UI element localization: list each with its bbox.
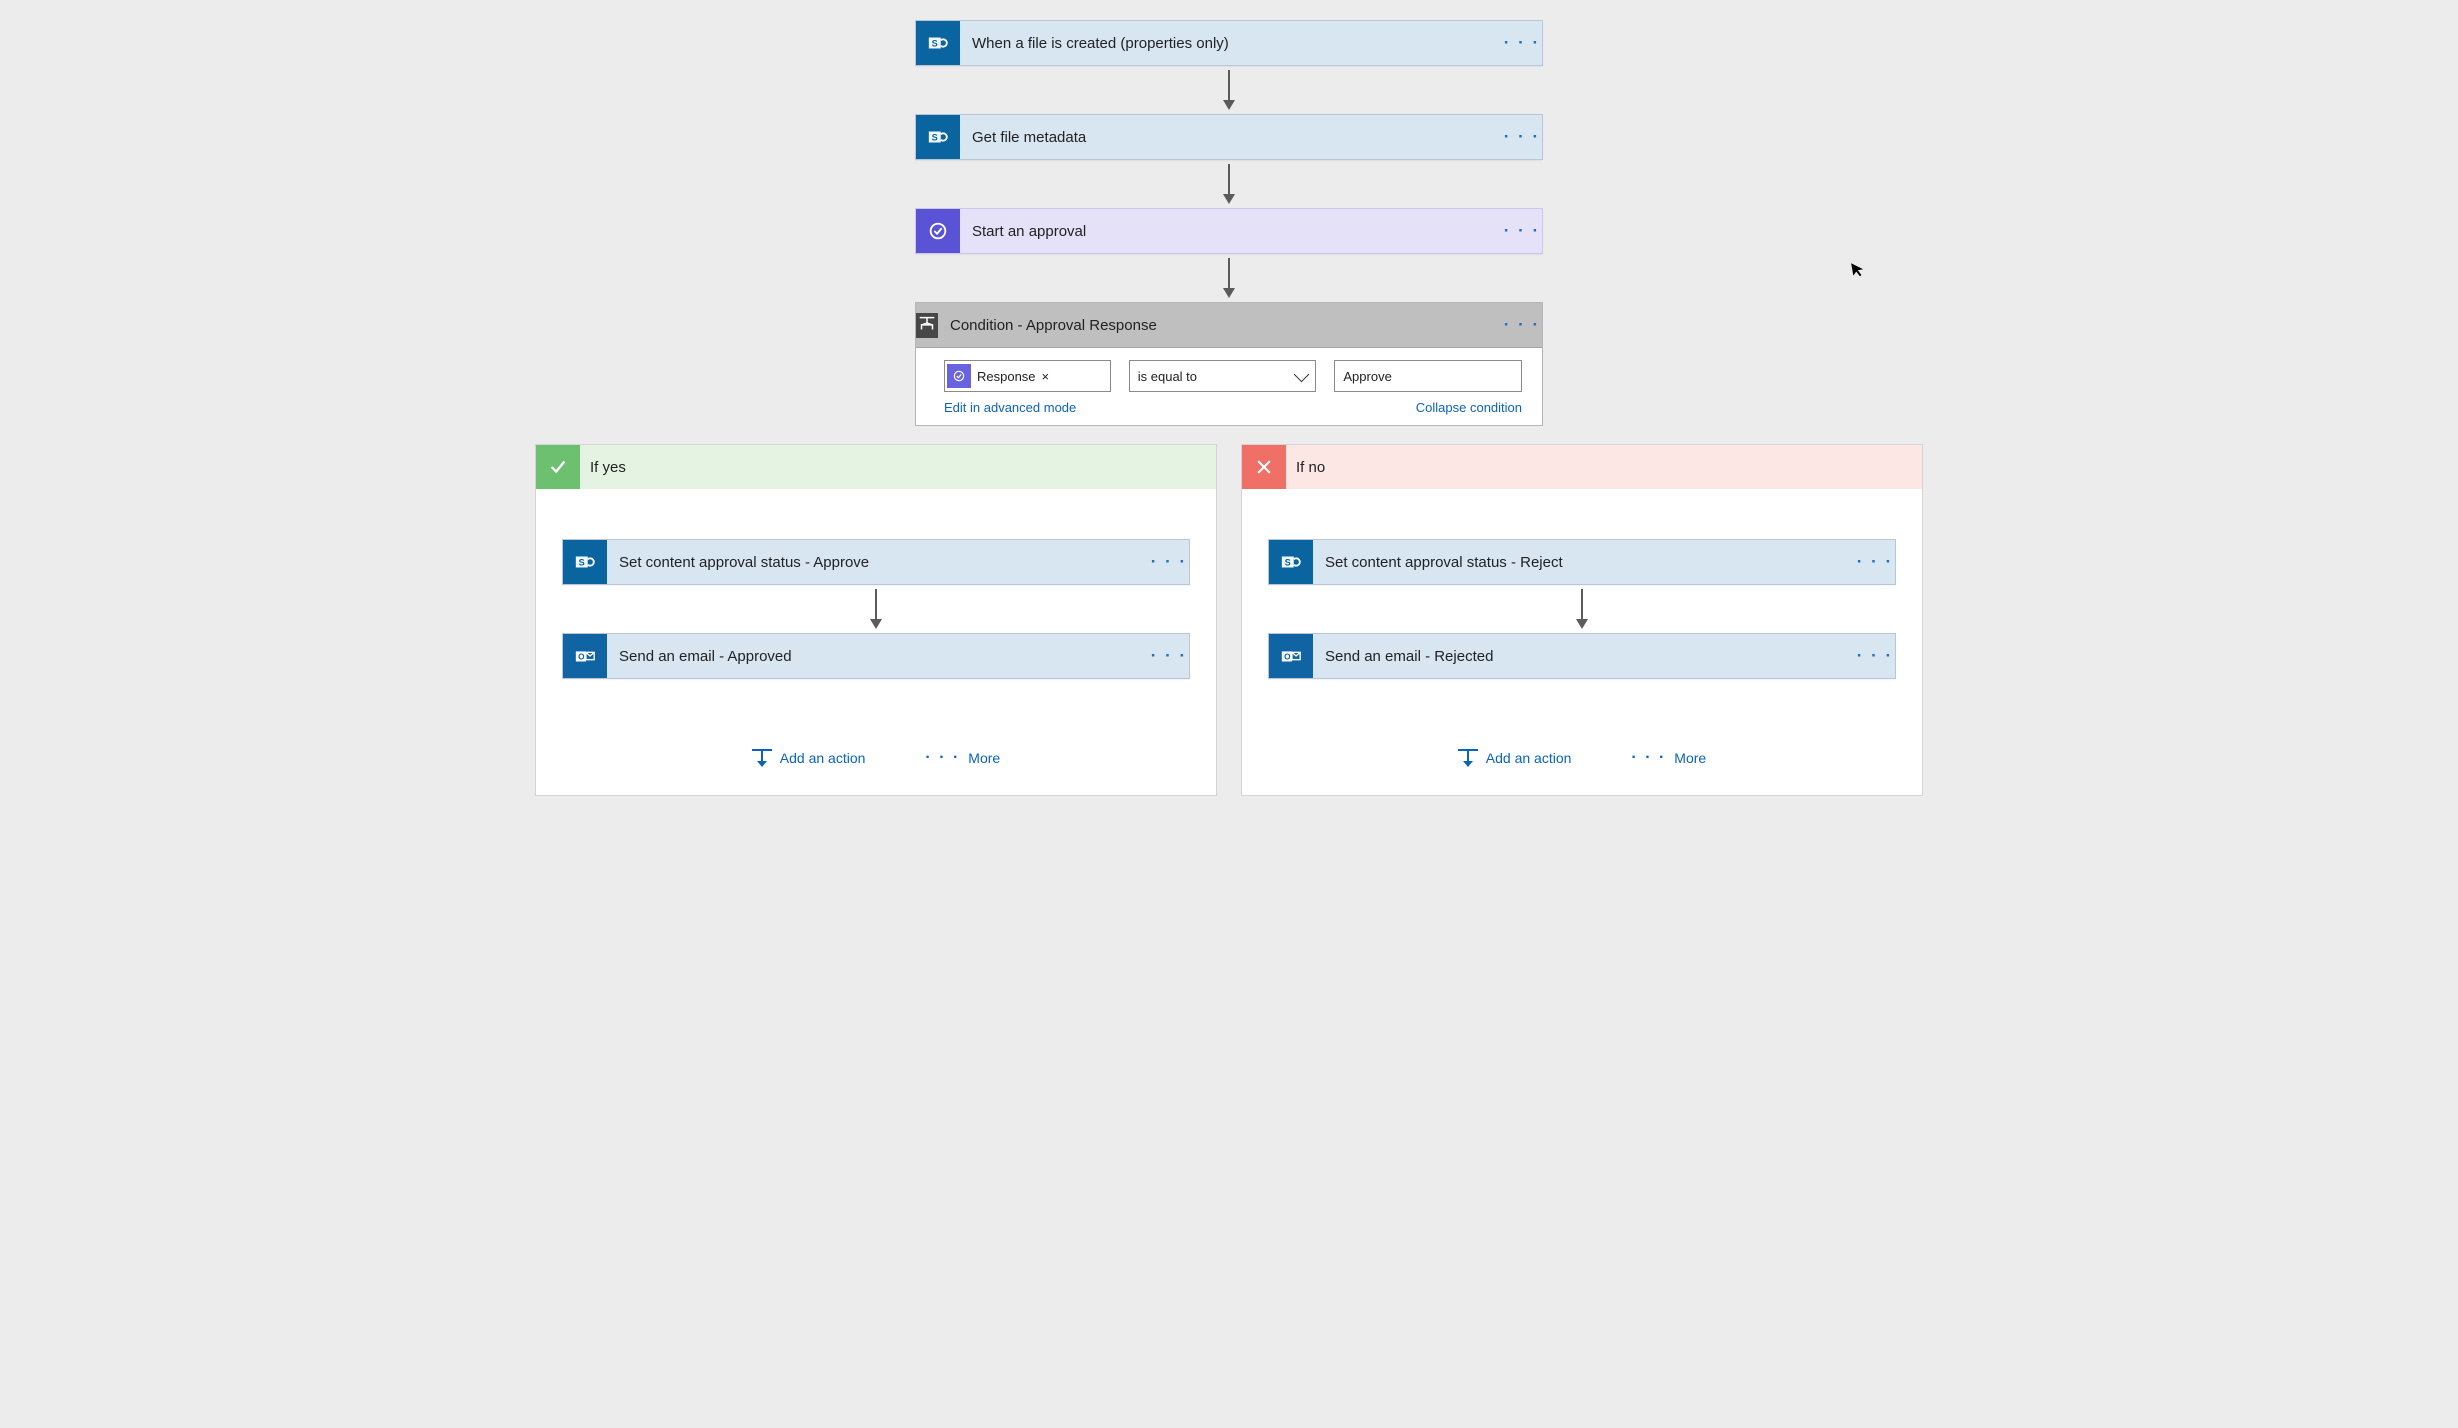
condition-operator-select[interactable]: is equal to	[1129, 360, 1317, 392]
main-flow: S When a file is created (properties onl…	[509, 20, 1949, 796]
action-card-set-reject[interactable]: S Set content approval status - Reject ·…	[1268, 539, 1896, 585]
arrow-down-icon	[1223, 258, 1235, 298]
sharepoint-icon: S	[563, 540, 607, 584]
condition-block: Condition - Approval Response · · · Resp…	[915, 302, 1543, 426]
collapse-condition-link[interactable]: Collapse condition	[1416, 400, 1522, 415]
arrow-down-icon	[870, 589, 882, 629]
card-title: Set content approval status - Reject	[1313, 554, 1855, 571]
more-icon: · · ·	[925, 749, 960, 767]
branch-header-yes: If yes	[536, 445, 1216, 489]
edit-advanced-link[interactable]: Edit in advanced mode	[944, 400, 1076, 415]
sharepoint-icon: S	[916, 115, 960, 159]
condition-branches: If yes S Set content approval status - A…	[535, 444, 1923, 796]
more-menu-icon[interactable]: · · ·	[1502, 221, 1542, 241]
more-menu-icon[interactable]: · · ·	[1502, 33, 1542, 53]
more-menu-icon[interactable]: · · ·	[1149, 646, 1189, 666]
more-menu-icon[interactable]: · · ·	[1855, 552, 1895, 572]
operator-value: is equal to	[1138, 369, 1197, 384]
action-card-start-approval[interactable]: Start an approval · · ·	[915, 208, 1543, 254]
add-action-label: Add an action	[1486, 750, 1572, 766]
card-title: When a file is created (properties only)	[960, 35, 1502, 52]
svg-text:O: O	[578, 653, 585, 662]
more-menu-icon[interactable]: · · ·	[1502, 315, 1542, 335]
sharepoint-icon: S	[1269, 540, 1313, 584]
condition-title: Condition - Approval Response	[938, 317, 1502, 334]
value-text: Approve	[1343, 369, 1391, 384]
dynamic-content-chip[interactable]: Response ×	[947, 364, 1055, 388]
branch-header-no: If no	[1242, 445, 1922, 489]
condition-left-operand[interactable]: Response ×	[944, 360, 1111, 392]
branch-if-no: If no S Set content approval status - Re…	[1241, 444, 1923, 796]
chevron-down-icon	[1294, 366, 1310, 382]
card-title: Set content approval status - Approve	[607, 554, 1149, 571]
add-action-label: Add an action	[780, 750, 866, 766]
svg-text:S: S	[932, 133, 938, 143]
card-title: Start an approval	[960, 223, 1502, 240]
more-button[interactable]: · · · More	[925, 749, 1000, 767]
arrow-down-icon	[1223, 70, 1235, 110]
mouse-cursor	[1849, 259, 1871, 286]
more-label: More	[1674, 750, 1706, 766]
action-card-email-rejected[interactable]: O Send an email - Rejected · · ·	[1268, 633, 1896, 679]
more-label: More	[968, 750, 1000, 766]
arrow-down-icon	[1223, 164, 1235, 204]
chip-remove[interactable]: ×	[1042, 369, 1050, 384]
add-action-icon	[752, 749, 772, 767]
more-menu-icon[interactable]: · · ·	[1855, 646, 1895, 666]
add-action-button[interactable]: Add an action	[752, 749, 866, 767]
card-title: Get file metadata	[960, 129, 1502, 146]
action-card-email-approved[interactable]: O Send an email - Approved · · ·	[562, 633, 1190, 679]
more-menu-icon[interactable]: · · ·	[1149, 552, 1189, 572]
arrow-down-icon	[1576, 589, 1588, 629]
approval-icon	[916, 209, 960, 253]
more-icon: · · ·	[1631, 749, 1666, 767]
branch-if-yes: If yes S Set content approval status - A…	[535, 444, 1217, 796]
branch-no-label: If no	[1296, 459, 1325, 476]
condition-icon	[916, 313, 938, 338]
approval-icon	[947, 364, 971, 388]
condition-value-input[interactable]: Approve	[1334, 360, 1522, 392]
card-title: Send an email - Approved	[607, 648, 1149, 665]
condition-header[interactable]: Condition - Approval Response · · ·	[916, 303, 1542, 348]
more-menu-icon[interactable]: · · ·	[1502, 127, 1542, 147]
svg-text:S: S	[932, 39, 938, 49]
svg-text:S: S	[1285, 558, 1291, 568]
branch-yes-label: If yes	[590, 459, 626, 476]
add-action-button[interactable]: Add an action	[1458, 749, 1572, 767]
svg-text:O: O	[1284, 653, 1291, 662]
outlook-icon: O	[1269, 634, 1313, 678]
add-action-icon	[1458, 749, 1478, 767]
action-card-set-approve[interactable]: S Set content approval status - Approve …	[562, 539, 1190, 585]
action-card-get-metadata[interactable]: S Get file metadata · · ·	[915, 114, 1543, 160]
trigger-card-file-created[interactable]: S When a file is created (properties onl…	[915, 20, 1543, 66]
outlook-icon: O	[563, 634, 607, 678]
close-icon	[1242, 445, 1286, 489]
card-title: Send an email - Rejected	[1313, 648, 1855, 665]
chip-label: Response	[977, 369, 1036, 384]
sharepoint-icon: S	[916, 21, 960, 65]
check-icon	[536, 445, 580, 489]
more-button[interactable]: · · · More	[1631, 749, 1706, 767]
svg-text:S: S	[579, 558, 585, 568]
